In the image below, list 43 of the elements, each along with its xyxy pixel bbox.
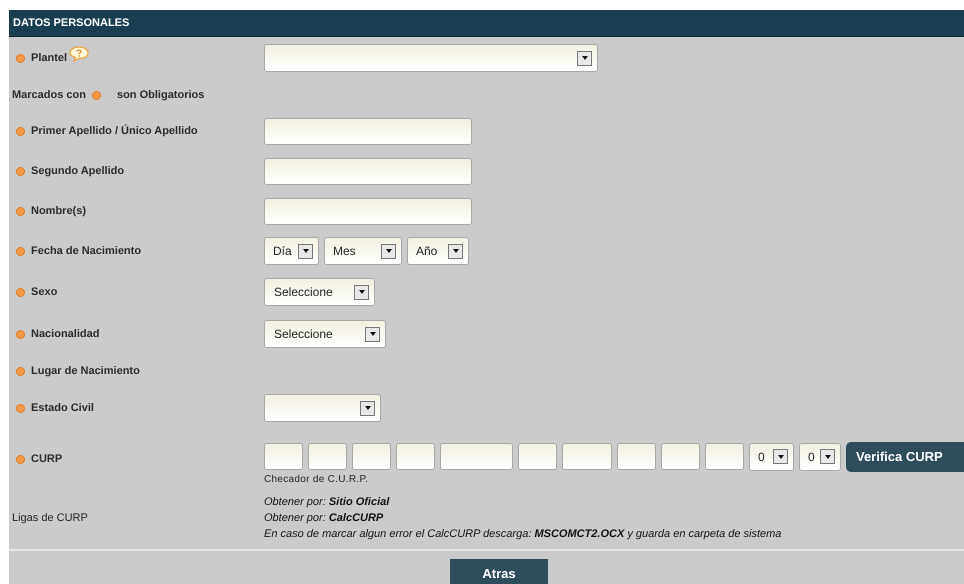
verify-button[interactable]: Verifica CURP — [846, 442, 964, 472]
dropdown[interactable]: Día — [264, 237, 319, 265]
field-label: Lugar de Nacimiento — [31, 365, 140, 377]
dropdown[interactable]: Mes — [324, 237, 402, 265]
input-field[interactable] — [264, 198, 472, 224]
link-line[interactable]: En caso de marcar algun error el CalcCURP descarga: MSCOMCT2.OCX y guarda en carpeta de sistema — [264, 526, 782, 542]
note-text: Marcados con — [12, 89, 86, 101]
back-button[interactable]: Atras — [450, 559, 548, 584]
field-label: Estado Civil — [31, 402, 94, 414]
field-label: Sexo — [31, 286, 58, 298]
dropdown[interactable]: Seleccione — [264, 278, 375, 306]
input-field[interactable] — [562, 443, 612, 470]
dropdown[interactable] — [264, 394, 381, 422]
link-line[interactable]: Obtener por: Sitio Oficial — [264, 494, 782, 510]
input-field[interactable] — [308, 443, 347, 470]
input-field[interactable] — [705, 443, 744, 470]
dropdown[interactable]: 0 — [749, 442, 794, 470]
field-label: Ligas de CURP — [12, 512, 88, 524]
field-label: Primer Apellido / Único Apellido — [31, 125, 198, 137]
dropdown[interactable]: Año — [407, 237, 469, 265]
field-label: CURP — [31, 453, 62, 465]
input-field[interactable] — [352, 443, 391, 470]
dropdown[interactable]: Seleccione — [264, 320, 386, 348]
input-field[interactable] — [264, 118, 472, 144]
input-field[interactable] — [264, 443, 303, 470]
section-title: DATOS PERSONALES — [13, 17, 130, 29]
input-field[interactable] — [440, 443, 513, 470]
caption-text: Checador de C.U.R.P. — [264, 474, 370, 484]
field-label: Segundo Apellido — [31, 165, 124, 177]
input-field[interactable] — [617, 443, 656, 470]
input-field[interactable] — [396, 443, 435, 470]
field-label: Nombre(s) — [31, 205, 86, 217]
dropdown[interactable]: 0 — [799, 442, 841, 470]
help-bubble-icon[interactable] — [69, 46, 90, 62]
required-dot-icon — [92, 90, 101, 100]
link-line[interactable]: Obtener por: CalcCURP — [264, 510, 782, 526]
field-label: Fecha de Nacimiento — [31, 245, 142, 257]
note-text: son Obligatorios — [116, 89, 204, 101]
field-label: Plantel — [31, 52, 68, 64]
input-field[interactable] — [661, 443, 700, 470]
input-field[interactable] — [518, 443, 557, 470]
input-field[interactable] — [264, 158, 472, 184]
field-label: Nacionalidad — [31, 328, 100, 340]
